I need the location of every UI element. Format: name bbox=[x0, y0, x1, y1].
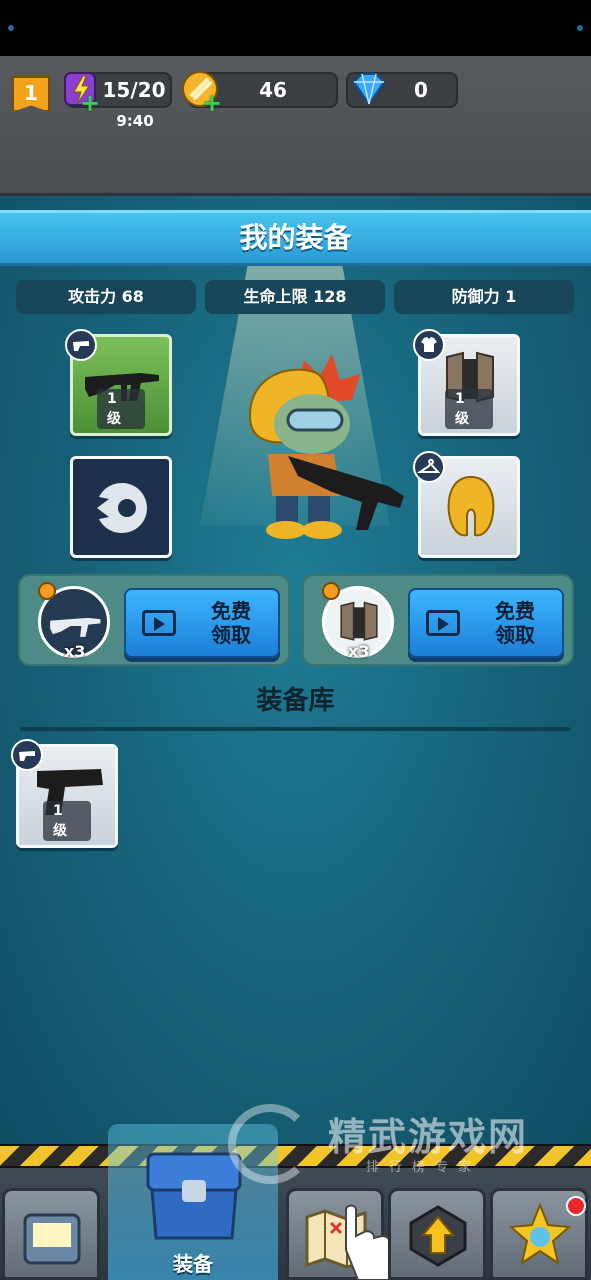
chest-icon bbox=[23, 1213, 81, 1265]
inventory-item-level: 1 级 bbox=[43, 801, 91, 841]
weapon-reward-count: x3 bbox=[64, 642, 86, 661]
equipment-chest-icon bbox=[146, 1152, 242, 1240]
equipment-title-text: 我的装备 bbox=[239, 221, 352, 254]
energy-value: 15/20 bbox=[102, 78, 166, 102]
attack-stat: 攻击力 68 bbox=[16, 280, 196, 314]
companion-slot[interactable] bbox=[70, 456, 172, 558]
armor-level: 1 级 bbox=[445, 389, 493, 429]
add-coin-icon[interactable]: + bbox=[202, 91, 222, 115]
inventory-title: 装备库 bbox=[256, 686, 335, 716]
video-play-icon bbox=[426, 610, 460, 636]
health-stat: 生命上限 128 bbox=[205, 280, 385, 314]
gear-badge-icon bbox=[38, 582, 56, 600]
notification-dot bbox=[566, 1196, 586, 1216]
weapon-reward-card: x3 免费 领取 bbox=[18, 574, 290, 666]
title-rivet bbox=[8, 25, 14, 31]
inventory-divider bbox=[20, 727, 570, 731]
coin-value: 46 bbox=[259, 78, 287, 102]
hood-icon bbox=[447, 475, 495, 537]
hazard-stripe bbox=[0, 1144, 591, 1168]
shirt-icon bbox=[421, 337, 437, 352]
armor-slot[interactable]: 1 级 bbox=[413, 329, 520, 436]
weapon-level: 1 级 bbox=[97, 389, 145, 429]
gun-type-icon bbox=[73, 341, 89, 351]
diamond-icon bbox=[352, 73, 386, 106]
equipment-title: 我的装备 bbox=[0, 210, 591, 266]
claim-label: 免费 领取 bbox=[495, 599, 535, 647]
nav-upgrade-button[interactable] bbox=[388, 1188, 486, 1280]
star-badge-icon bbox=[508, 1202, 572, 1266]
weapon-slot[interactable]: 1 级 bbox=[65, 329, 172, 436]
hero-character bbox=[248, 354, 404, 539]
status-bar-area bbox=[0, 0, 591, 56]
gun-type-icon bbox=[19, 751, 35, 761]
claim-armor-reward-button[interactable]: 免费 领取 bbox=[408, 588, 564, 658]
upgrade-arrow-icon bbox=[409, 1205, 467, 1267]
video-play-icon bbox=[142, 610, 176, 636]
armor-reward-card: x3 免费 领取 bbox=[302, 574, 574, 666]
defense-stat: 防御力 1 bbox=[394, 280, 574, 314]
claim-weapon-reward-button[interactable]: 免费 领取 bbox=[124, 588, 280, 658]
inventory-item[interactable]: 1 级 bbox=[11, 739, 118, 848]
gear-badge-icon bbox=[322, 582, 340, 600]
energy-timer: 9:40 bbox=[116, 112, 154, 130]
weapon-type-badge bbox=[65, 329, 97, 361]
smg-reward-icon bbox=[50, 617, 101, 637]
inventory-item-badge bbox=[11, 739, 43, 771]
hanger-icon bbox=[416, 458, 441, 473]
armor-reward-count: x3 bbox=[348, 642, 370, 661]
claim-label: 免费 领取 bbox=[211, 599, 251, 647]
title-rivet bbox=[577, 25, 583, 31]
vest-reward-icon bbox=[340, 601, 378, 641]
nav-equipment-label: 装备 bbox=[173, 1252, 213, 1276]
companion-icon bbox=[97, 483, 147, 533]
add-energy-icon[interactable]: + bbox=[80, 91, 100, 115]
gem-value: 0 bbox=[414, 78, 428, 102]
outfit-slot[interactable] bbox=[413, 451, 520, 558]
nav-shop-button[interactable] bbox=[2, 1188, 100, 1280]
